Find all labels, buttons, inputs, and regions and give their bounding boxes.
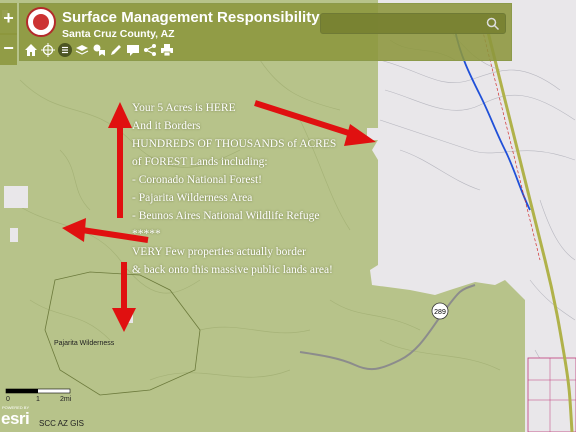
annotation-line: HUNDREDS OF THOUSANDS of ACRES	[132, 138, 337, 150]
search-box[interactable]	[320, 13, 506, 34]
app-subtitle: Santa Cruz County, AZ	[62, 28, 175, 40]
map-credit: SCC AZ GIS	[39, 419, 84, 428]
app-header: Surface Management Responsibility Santa …	[19, 3, 512, 61]
annotation-line: of FOREST Lands including:	[132, 156, 268, 168]
annotation-line: And it Borders	[132, 120, 201, 132]
annotation-line: - Beunos Aires National Wildlife Refuge	[132, 210, 320, 222]
route-shield: 289	[431, 302, 449, 320]
zoom-out-button[interactable]: −	[0, 33, 17, 65]
annotation-line: VERY Few properties actually border	[132, 246, 306, 258]
wilderness-label: Pajarita Wilderness	[54, 340, 115, 347]
locate-icon[interactable]	[41, 43, 55, 57]
home-icon[interactable]	[24, 43, 38, 57]
print-icon[interactable]	[160, 43, 174, 57]
annotation-line: *****	[132, 228, 161, 240]
zoom-in-button[interactable]: +	[0, 3, 17, 35]
annotation-line: Your 5 Acres is HERE	[132, 102, 236, 114]
inholding	[10, 228, 18, 242]
scale-label-0: 0	[6, 396, 10, 403]
annotation-line: - Pajarita Wilderness Area	[132, 192, 253, 204]
search-icon[interactable]	[486, 17, 500, 31]
annotation-line: & back onto this massive public lands ar…	[132, 264, 333, 276]
search-input[interactable]	[325, 16, 479, 33]
esri-logo[interactable]: esri	[1, 409, 30, 429]
annotation-line: - Coronado National Forest!	[132, 174, 262, 186]
bookmarks-icon[interactable]	[92, 43, 106, 57]
share-icon[interactable]	[143, 43, 157, 57]
inholding	[4, 186, 28, 208]
app-title: Surface Management Responsibility	[62, 9, 320, 26]
county-seal-icon	[26, 7, 56, 37]
route-label: 289	[434, 309, 446, 316]
layers-icon[interactable]	[75, 43, 89, 57]
scale-bar	[5, 388, 71, 394]
comment-icon[interactable]	[126, 43, 140, 57]
list-icon[interactable]	[58, 43, 72, 57]
scale-label-1: 1	[36, 396, 40, 403]
edit-icon[interactable]	[109, 43, 123, 57]
scale-label-2: 2mi	[60, 396, 72, 403]
